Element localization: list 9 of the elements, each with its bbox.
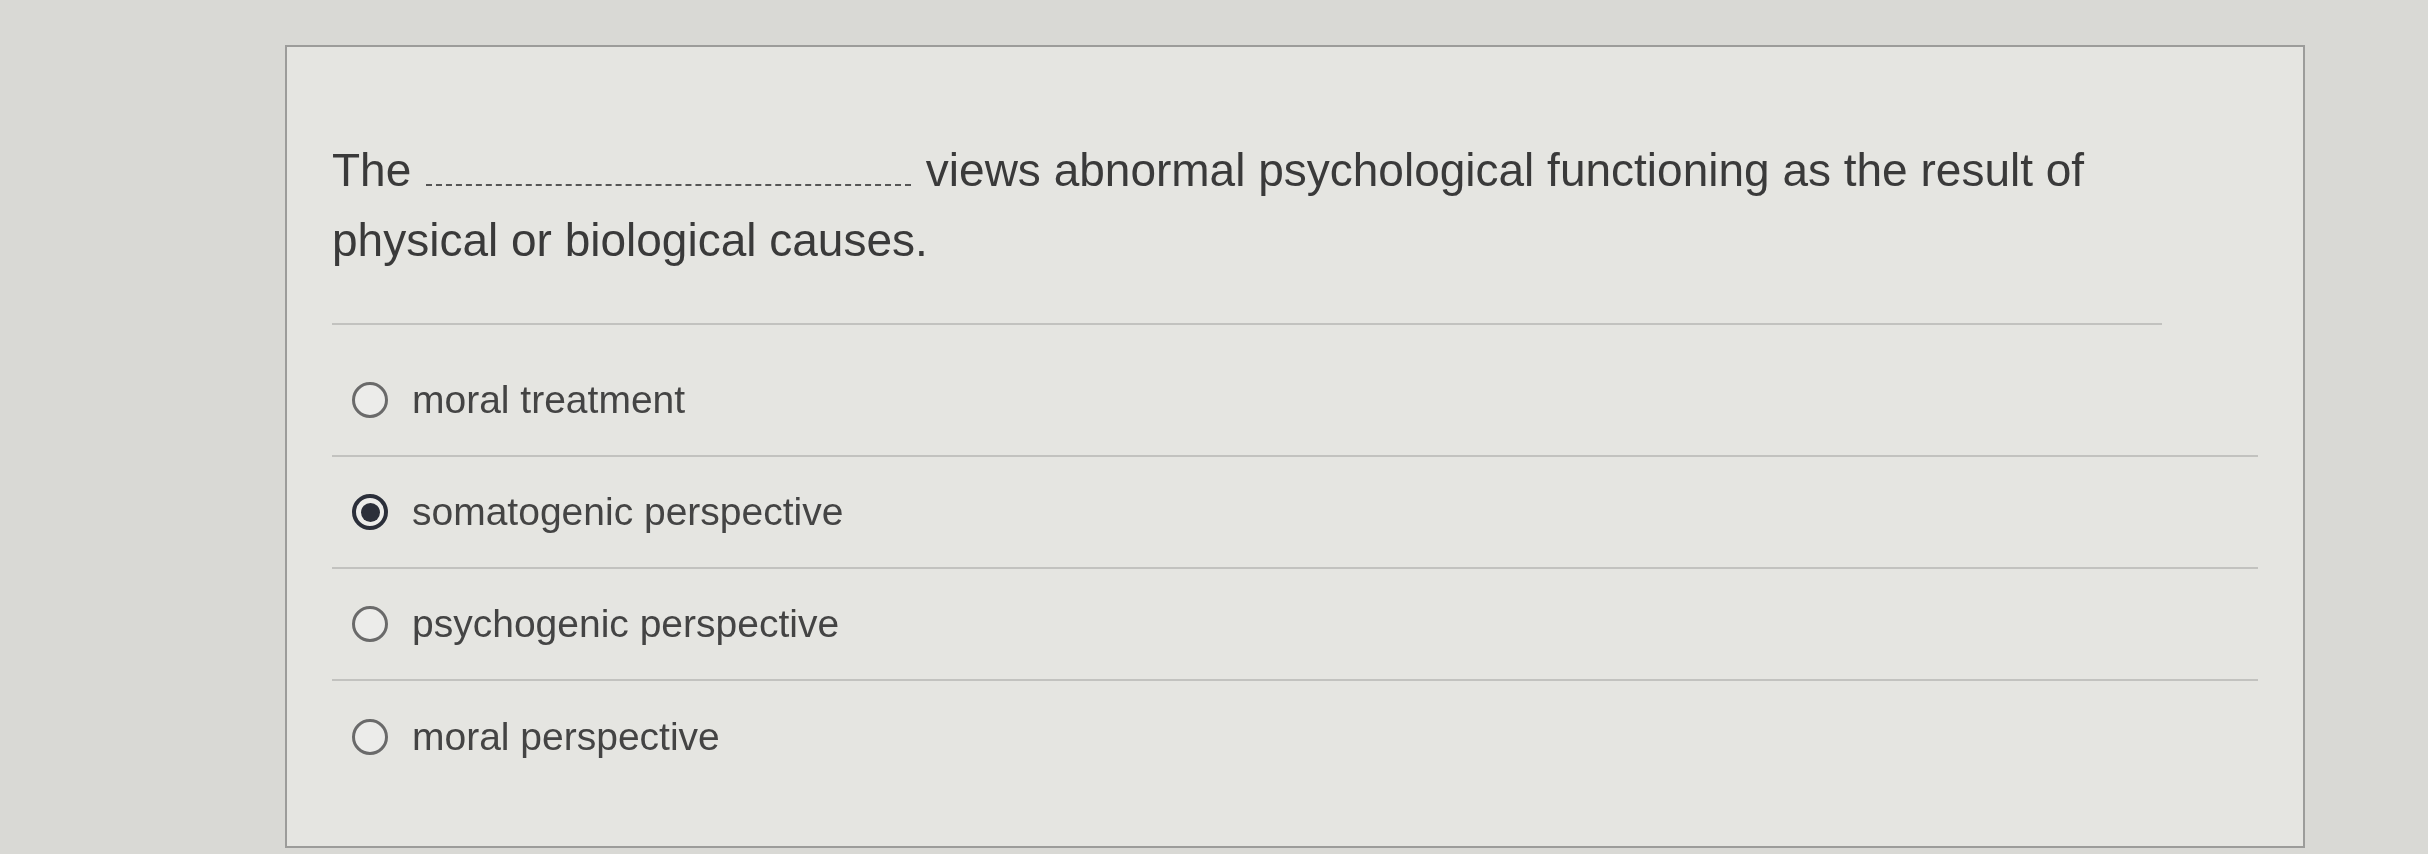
option-label[interactable]: psychogenic perspective	[412, 600, 840, 648]
radio-button[interactable]	[352, 382, 388, 418]
option-label[interactable]: somatogenic perspective	[412, 488, 844, 536]
radio-button[interactable]	[352, 719, 388, 755]
question-text: The views abnormal psychological functioning as the result of physical or biological causes.	[332, 47, 2162, 325]
radio-button[interactable]	[352, 494, 388, 530]
option-label[interactable]: moral treatment	[412, 376, 686, 424]
radio-button[interactable]	[352, 606, 388, 642]
option-label[interactable]: moral perspective	[412, 713, 720, 761]
